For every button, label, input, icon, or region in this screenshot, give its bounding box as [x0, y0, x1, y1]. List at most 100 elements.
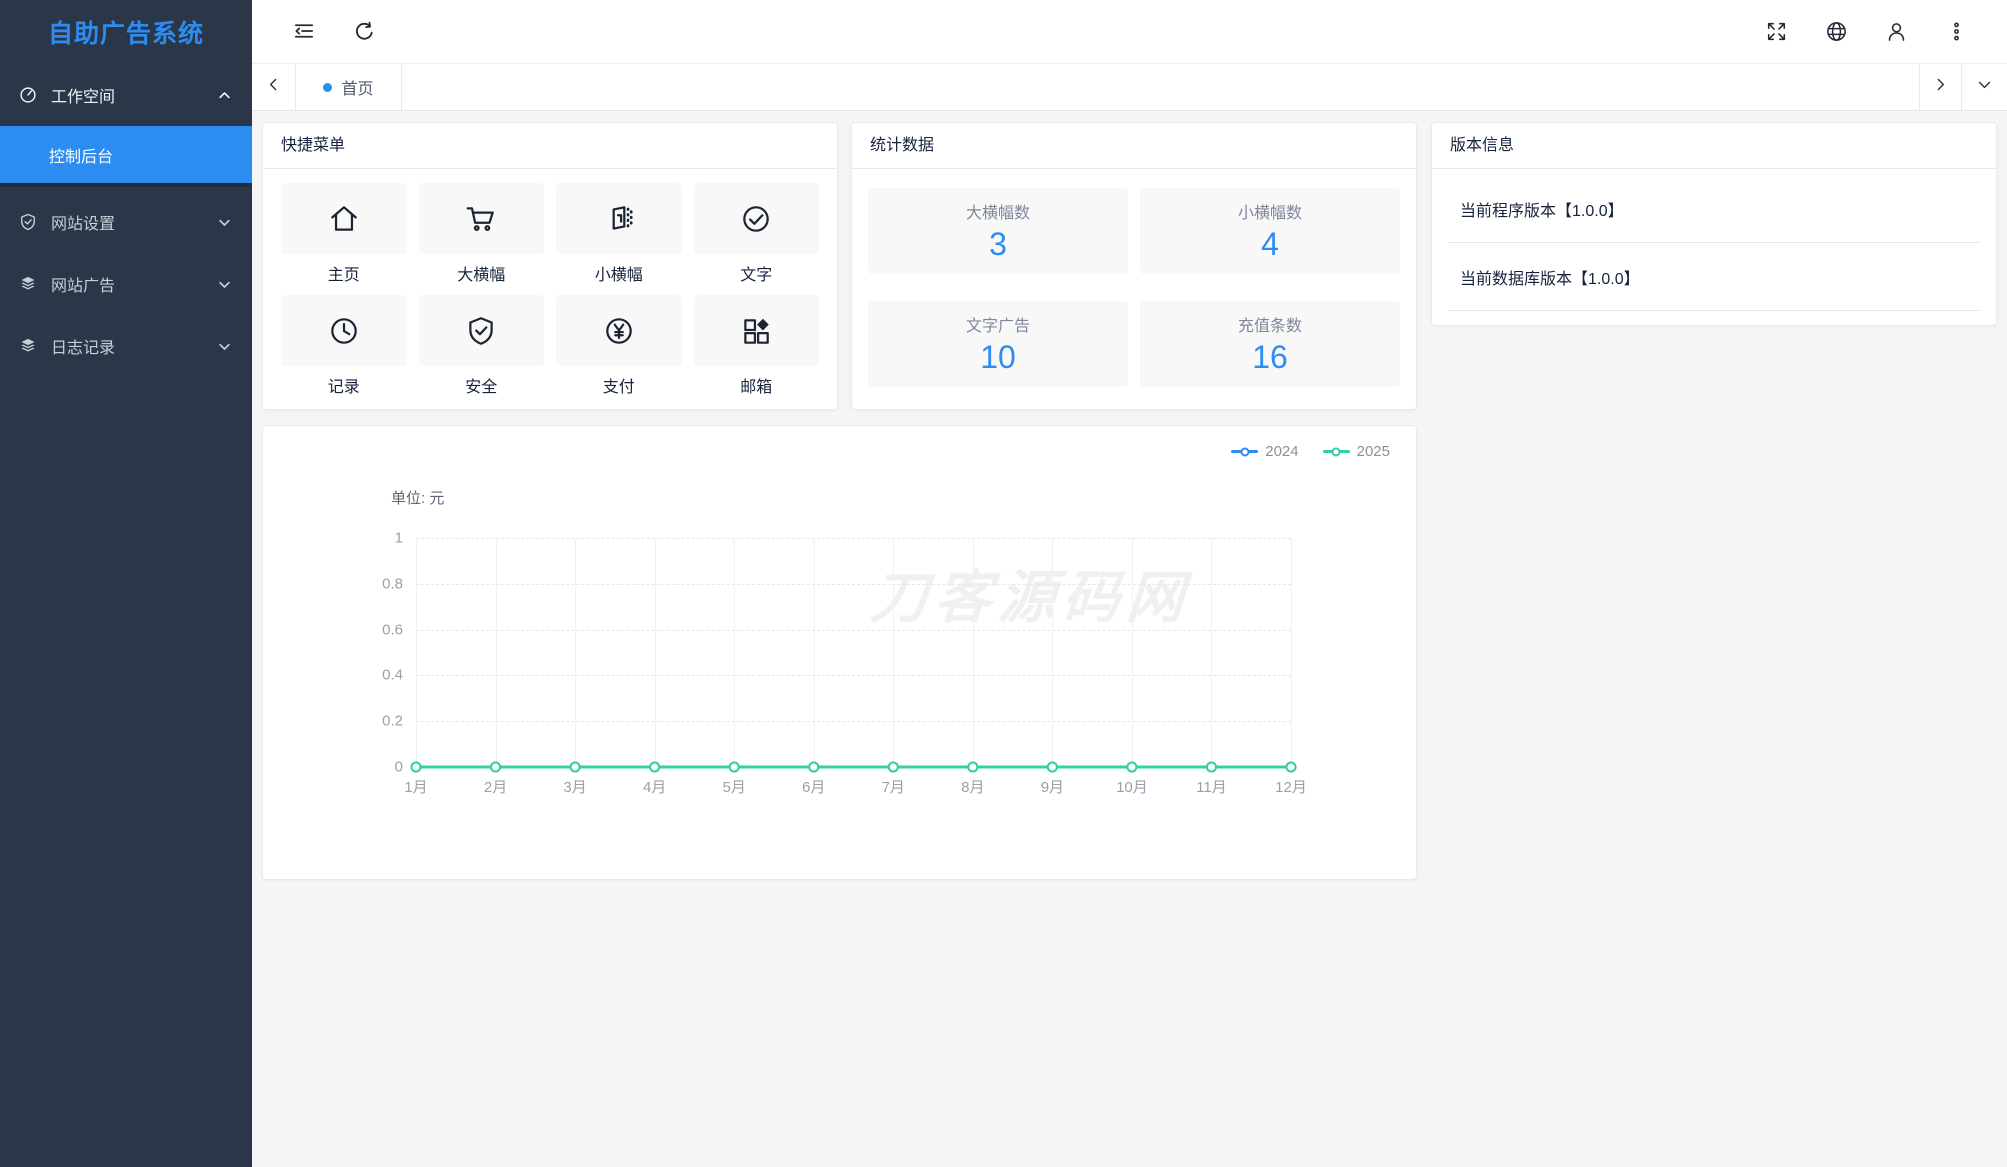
x-axis-tick-label: 6月 — [802, 779, 826, 796]
stat-text-ads-count: 文字广告 10 — [868, 301, 1128, 387]
y-axis-tick-label: 0 — [394, 758, 403, 776]
quick-item-text[interactable]: 文字 — [693, 183, 819, 285]
tab-bar: 首页 — [252, 63, 2007, 111]
x-axis-tick-label: 3月 — [563, 779, 587, 796]
data-point-2025 — [887, 761, 899, 773]
quick-item-small-banner[interactable]: 小横幅 — [556, 183, 682, 285]
tabs-scroll-right-button[interactable] — [1919, 64, 1961, 110]
version-card: 版本信息 当前程序版本【1.0.0】 当前数据库版本【1.0.0】 — [1431, 122, 1997, 326]
y-axis-tick-label: 0.2 — [382, 712, 403, 730]
card-title: 统计数据 — [852, 123, 1416, 169]
y-axis-tick-label: 0.4 — [382, 666, 403, 684]
data-point-2025 — [1046, 761, 1058, 773]
menu-fold-icon[interactable] — [291, 20, 315, 44]
x-axis-tick-label: 8月 — [961, 779, 985, 796]
cart-icon — [418, 183, 544, 254]
x-axis-tick-label: 10月 — [1116, 779, 1148, 796]
data-point-2025 — [1126, 761, 1138, 773]
data-point-2025 — [1205, 761, 1217, 773]
fullscreen-icon[interactable] — [1764, 20, 1788, 44]
sidebar-item-workspace[interactable]: 工作空间 — [0, 64, 252, 126]
x-axis-tick-label: 4月 — [642, 779, 667, 796]
app-logo: 自助广告系统 — [47, 20, 204, 48]
tab-home[interactable]: 首页 — [296, 64, 402, 110]
grid-line-vertical — [1291, 538, 1292, 767]
sidebar: 自助广告系统 工作空间 控制后台 网站设置 网站广告 日志记录 — [0, 0, 252, 1167]
x-axis-tick-label: 12月 — [1275, 779, 1307, 796]
chevron-down-icon — [217, 215, 232, 230]
x-axis-tick-label: 5月 — [722, 779, 746, 796]
sidebar-item-label: 日志记录 — [51, 340, 116, 357]
chevron-down-icon — [217, 277, 232, 292]
refresh-icon[interactable] — [352, 20, 376, 44]
sidebar-item-logs[interactable]: 日志记录 — [0, 315, 252, 377]
sidebar-item-site-ads[interactable]: 网站广告 — [0, 253, 252, 315]
data-point-2025 — [410, 761, 422, 773]
chevron-left-icon — [265, 76, 282, 98]
quick-item-security[interactable]: 安全 — [418, 295, 544, 397]
data-point-2025 — [808, 761, 820, 773]
banner-icon — [556, 183, 682, 254]
y-axis-tick-label: 0.6 — [382, 621, 403, 639]
legend-line-marker-icon — [1322, 445, 1350, 458]
more-vertical-icon[interactable] — [1944, 20, 1968, 44]
data-point-2025 — [490, 761, 502, 773]
active-tab-dot — [323, 82, 333, 92]
y-axis-tick-label: 1 — [394, 529, 403, 547]
sidebar-submenu-workspace: 控制后台 — [0, 126, 252, 187]
chevron-down-icon — [1976, 76, 1993, 98]
sidebar-item-site-settings[interactable]: 网站设置 — [0, 191, 252, 253]
data-point-2025 — [649, 761, 661, 773]
chart-plot-area: 0 0.2 0.4 0.6 0.8 1 1月 2月 3月 4月 5月 6月 7月 8月 9月 10月 11月 12… — [382, 530, 1307, 797]
stat-big-banner-count: 大横幅数 3 — [868, 188, 1128, 274]
tabbar-spacer — [402, 64, 1919, 110]
statistics-grid: 大横幅数 3 小横幅数 4 文字广告 10 充值条数 16 — [852, 169, 1416, 406]
quick-menu-card: 快捷菜单 主页 大横幅 小横幅 文字 记录 安全 支付 邮箱 — [262, 122, 838, 410]
x-axis-tick-label: 2月 — [483, 779, 508, 796]
chart-legend: 2024 2025 — [1231, 443, 1390, 460]
layers-icon — [18, 274, 38, 294]
user-icon[interactable] — [1884, 20, 1908, 44]
check-circle-icon — [693, 183, 819, 254]
layers-icon — [18, 336, 38, 356]
data-point-2025 — [1285, 761, 1297, 773]
gauge-icon — [18, 85, 38, 105]
x-axis-tick-label: 7月 — [881, 779, 905, 796]
globe-icon[interactable] — [1824, 20, 1848, 44]
quick-item-big-banner[interactable]: 大横幅 — [418, 183, 544, 285]
card-title: 快捷菜单 — [263, 123, 837, 169]
app-window: 自助广告系统 工作空间 控制后台 网站设置 网站广告 日志记录 首页 快捷菜单 … — [0, 0, 2007, 1167]
statistics-card: 统计数据 大横幅数 3 小横幅数 4 文字广告 10 充值条数 16 — [851, 122, 1417, 410]
clock-icon — [281, 295, 407, 366]
shield-check-icon — [418, 295, 544, 366]
x-axis-tick-label: 11月 — [1196, 779, 1227, 796]
chart-card: 2024 2025 单位: 元 刀客源码网 0 0.2 0.4 0.6 0.8 1 1月 2月… — [262, 425, 1417, 880]
sidebar-item-control-backend[interactable]: 控制后台 — [0, 126, 252, 183]
tab-label: 首页 — [341, 81, 374, 98]
quick-item-payment[interactable]: 支付 — [556, 295, 682, 397]
sidebar-item-label: 网站广告 — [51, 278, 116, 295]
grid-diamond-icon — [693, 295, 819, 366]
tabs-dropdown-button[interactable] — [1961, 64, 2007, 110]
legend-line-marker-icon — [1231, 445, 1259, 458]
x-axis-tick-label: 1月 — [404, 779, 428, 796]
sidebar-subitem-label: 控制后台 — [49, 148, 114, 166]
chart-series-svg — [410, 761, 1297, 773]
data-point-2025 — [569, 761, 581, 773]
yen-circle-icon — [556, 295, 682, 366]
y-axis-unit-label: 单位: 元 — [391, 490, 445, 507]
card-title: 版本信息 — [1432, 123, 1996, 169]
tabs-scroll-left-button[interactable] — [252, 64, 296, 110]
top-header — [252, 0, 2007, 63]
stat-recharge-count: 充值条数 16 — [1140, 301, 1400, 387]
quick-item-mailbox[interactable]: 邮箱 — [693, 295, 819, 397]
quick-menu-grid: 主页 大横幅 小横幅 文字 记录 安全 支付 邮箱 — [263, 169, 837, 411]
sidebar-item-label: 网站设置 — [51, 216, 116, 233]
program-version-row: 当前程序版本【1.0.0】 — [1448, 175, 1980, 243]
legend-item-2025[interactable]: 2025 — [1322, 443, 1390, 460]
legend-item-2024[interactable]: 2024 — [1231, 443, 1299, 460]
quick-item-records[interactable]: 记录 — [281, 295, 407, 397]
quick-item-home[interactable]: 主页 — [281, 183, 407, 285]
home-icon — [281, 183, 407, 254]
chevron-down-icon — [217, 339, 232, 354]
